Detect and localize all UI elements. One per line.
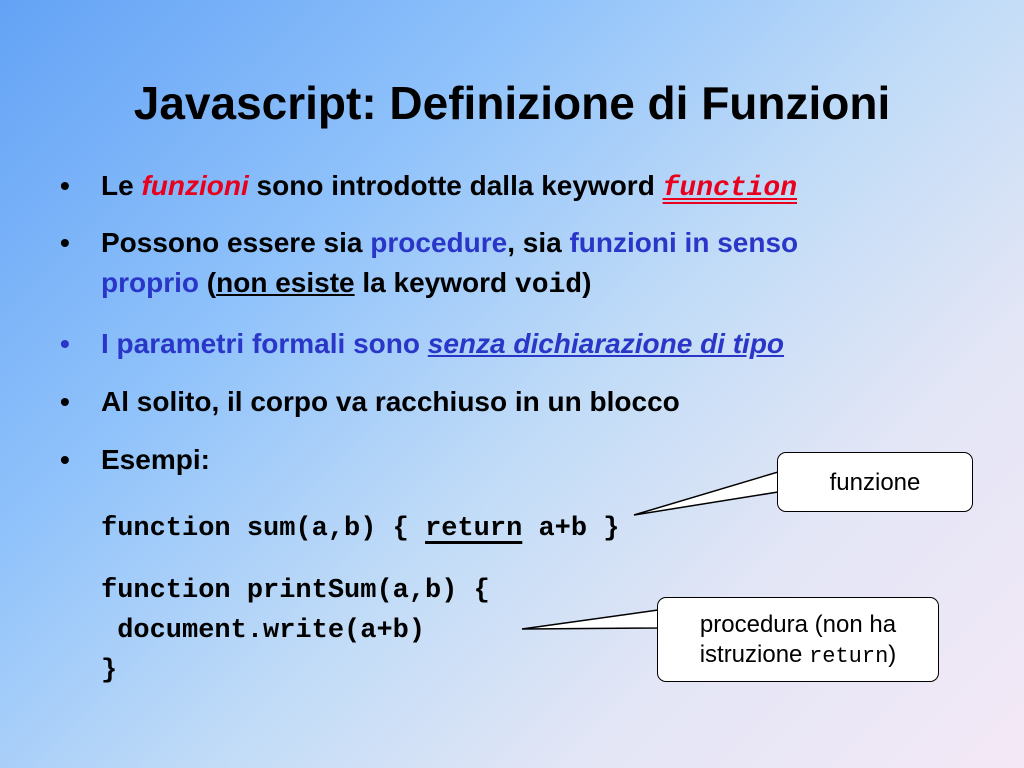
- bullet-text: ): [582, 267, 592, 298]
- callout-pointer-procedura: [521, 609, 659, 630]
- code-keyword-return: return: [425, 514, 523, 544]
- code-text: function sum(a,b) {: [101, 514, 426, 544]
- bullet-list: • Le funzioni sono introdotte dalla keyw…: [60, 163, 960, 480]
- term-proprio: proprio: [101, 267, 199, 298]
- code-line: document.write(a+b): [101, 616, 426, 646]
- callout-code-return: return: [809, 644, 889, 669]
- slide-title: Javascript: Definizione di Funzioni: [133, 77, 891, 129]
- bullet-text: I parametri formali sono: [101, 328, 428, 359]
- bullet-marker: •: [60, 328, 70, 359]
- bullet-marker: •: [60, 386, 70, 417]
- emphasis-funzioni: funzioni: [141, 170, 249, 201]
- callout-funzione: funzione: [777, 452, 973, 512]
- bullet-text: Al solito, il corpo va racchiuso in un b…: [101, 386, 680, 417]
- bullet-text: Le: [101, 170, 142, 201]
- bullet-text: , sia: [507, 227, 570, 258]
- term-procedure: procedure: [370, 227, 508, 258]
- keyword-function: function: [662, 173, 798, 204]
- callout-text: ): [888, 641, 897, 668]
- bullet-text: la keyword: [354, 267, 515, 298]
- bullet-marker: •: [60, 227, 70, 258]
- callout-text: procedura (non ha: [699, 611, 897, 638]
- term-funzioni-in-senso: funzioni in senso: [569, 227, 799, 258]
- bullet-item-funzioni: • Le funzioni sono introdotte dalla keyw…: [60, 166, 960, 209]
- underlined-non-esiste: non esiste: [216, 267, 355, 298]
- bullet-item-blocco: • Al solito, il corpo va racchiuso in un…: [60, 382, 960, 422]
- emphasis-senza-tipo: senza dichiarazione di tipo: [427, 328, 785, 359]
- code-line: }: [101, 656, 118, 686]
- bullet-text: sono introdotte dalla keyword: [248, 170, 663, 201]
- bullet-text: Possono essere sia: [101, 227, 371, 258]
- bullet-item-parametri: • I parametri formali sono senza dichiar…: [60, 324, 960, 364]
- code-line: function printSum(a,b) {: [101, 576, 490, 606]
- bullet-text: Esempi:: [101, 444, 210, 475]
- bullet-item-procedure: • Possono essere sia procedure, sia funz…: [60, 223, 960, 306]
- callout-text: istruzione: [699, 641, 810, 668]
- code-text: a+b }: [522, 514, 620, 544]
- callout-procedura: procedura (non ha istruzione return): [657, 597, 939, 682]
- bullet-marker: •: [60, 444, 70, 475]
- bullet-text: (: [199, 267, 217, 298]
- callout-text: funzione: [829, 469, 921, 496]
- code-example-printsum: function printSum(a,b) { document.write(…: [101, 571, 490, 691]
- keyword-void: void: [514, 270, 583, 301]
- bullet-marker: •: [60, 170, 70, 201]
- code-example-sum: function sum(a,b) { return a+b }: [101, 509, 620, 549]
